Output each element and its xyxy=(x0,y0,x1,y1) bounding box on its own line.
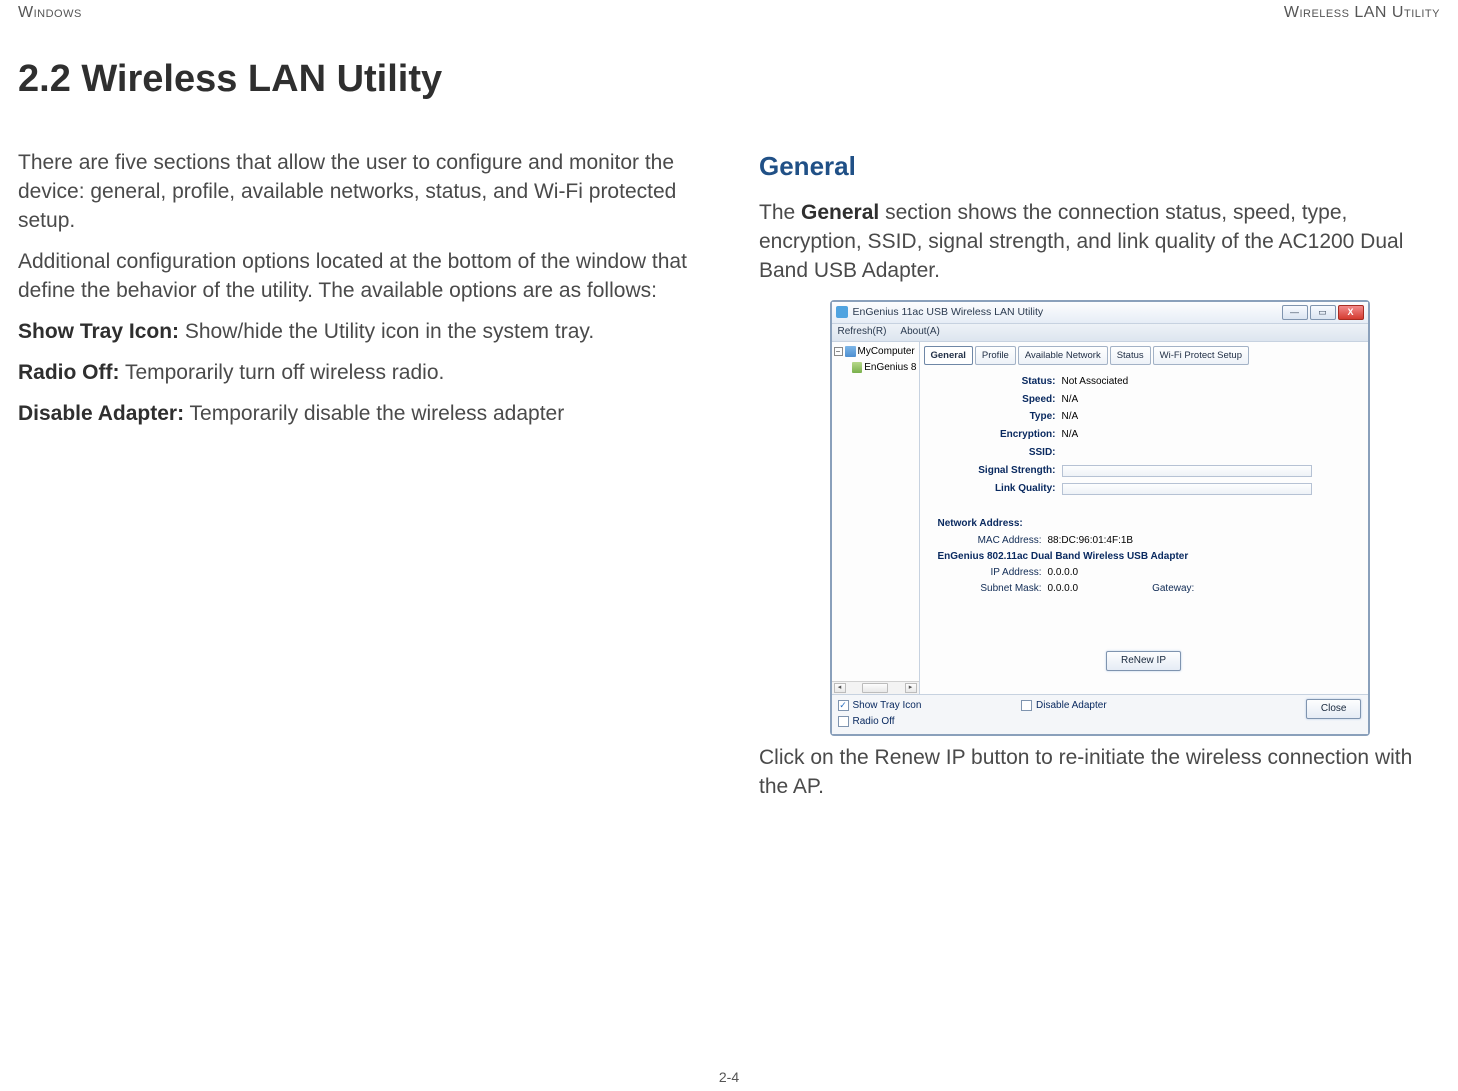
option-radio-off-text: Temporarily turn off wireless radio. xyxy=(119,361,444,384)
tab-general[interactable]: General xyxy=(924,346,973,365)
adapter-name: EnGenius 802.11ac Dual Band Wireless USB… xyxy=(938,550,1354,564)
tab-profile[interactable]: Profile xyxy=(975,346,1016,365)
gateway-label: Gateway: xyxy=(1152,582,1194,596)
tree-horizontal-scrollbar[interactable]: ◂ ▸ xyxy=(832,681,919,694)
network-address-block: Network Address: MAC Address: 88:DC:96:0… xyxy=(938,517,1354,597)
status-label-speed: Speed: xyxy=(964,393,1062,407)
status-value-encryption: N/A xyxy=(1062,428,1079,442)
status-label-type: Type: xyxy=(964,410,1062,424)
title-bar: EnGenius 11ac USB Wireless LAN Utility —… xyxy=(832,302,1368,324)
renew-ip-caption: Click on the Renew IP button to re-initi… xyxy=(759,744,1440,802)
tab-available-network[interactable]: Available Network xyxy=(1018,346,1108,365)
status-value-status: Not Associated xyxy=(1062,375,1129,389)
subnet-label: Subnet Mask: xyxy=(938,582,1048,596)
scroll-left-icon[interactable]: ◂ xyxy=(834,683,846,693)
status-value-type: N/A xyxy=(1062,410,1079,424)
disable-adapter-checkbox[interactable] xyxy=(1021,700,1032,711)
left-column: There are five sections that allow the u… xyxy=(18,149,699,814)
network-address-heading: Network Address: xyxy=(938,517,1354,531)
show-tray-checkbox[interactable]: ✓ xyxy=(838,700,849,711)
bottom-option-bar: ✓ Show Tray Icon Radio Off Disable Adapt… xyxy=(832,694,1368,735)
status-label-status: Status: xyxy=(964,375,1062,389)
header-right: Wireless LAN Utility xyxy=(1284,4,1440,22)
running-header: Windows Wireless LAN Utility xyxy=(18,0,1440,22)
tree-root-label[interactable]: MyComputer xyxy=(858,345,915,359)
menu-bar: Refresh(R) About(A) xyxy=(832,324,1368,342)
tab-status[interactable]: Status xyxy=(1110,346,1151,365)
tab-row: General Profile Available Network Status… xyxy=(924,346,1364,365)
mac-label: MAC Address: xyxy=(938,534,1048,548)
app-window: EnGenius 11ac USB Wireless LAN Utility —… xyxy=(830,300,1370,737)
status-grid: Status:Not Associated Speed:N/A Type:N/A… xyxy=(964,375,1354,500)
computer-icon xyxy=(845,346,856,357)
general-description: The General section shows the connection… xyxy=(759,199,1440,286)
scroll-right-icon[interactable]: ▸ xyxy=(905,683,917,693)
intro-paragraph: There are five sections that allow the u… xyxy=(18,149,699,236)
tab-wifi-protect-setup[interactable]: Wi-Fi Protect Setup xyxy=(1153,346,1249,365)
app-icon xyxy=(836,306,848,318)
ip-label: IP Address: xyxy=(938,566,1048,580)
status-label-link: Link Quality: xyxy=(964,482,1062,496)
option-show-tray-text: Show/hide the Utility icon in the system… xyxy=(179,320,594,343)
scroll-thumb[interactable] xyxy=(862,683,888,693)
right-column: General The General section shows the co… xyxy=(759,149,1440,814)
subnet-value: 0.0.0.0 xyxy=(1048,582,1093,596)
page-title: 2.2 Wireless LAN Utility xyxy=(18,58,1440,101)
renew-ip-button[interactable]: ReNew IP xyxy=(1106,651,1181,671)
minimize-button[interactable]: — xyxy=(1282,305,1308,320)
close-button[interactable]: Close xyxy=(1306,699,1362,719)
radio-off-label: Radio Off xyxy=(853,715,895,729)
device-tree: − MyComputer EnGenius 8 ◂ ▸ xyxy=(832,342,920,694)
link-quality-bar xyxy=(1062,483,1312,495)
option-disable-adapter-text: Temporarily disable the wireless adapter xyxy=(184,402,564,425)
page-number: 2-4 xyxy=(0,1069,1458,1085)
status-label-signal: Signal Strength: xyxy=(964,464,1062,478)
disable-adapter-label: Disable Adapter xyxy=(1036,699,1107,713)
tree-child-label[interactable]: EnGenius 8 xyxy=(864,361,916,375)
general-desc-pre: The xyxy=(759,201,801,224)
additional-paragraph: Additional configuration options located… xyxy=(18,248,699,306)
option-show-tray: Show Tray Icon: Show/hide the Utility ic… xyxy=(18,318,699,347)
menu-refresh[interactable]: Refresh(R) xyxy=(838,325,887,339)
content-pane: General Profile Available Network Status… xyxy=(920,342,1368,694)
status-label-ssid: SSID: xyxy=(964,446,1062,460)
radio-off-checkbox[interactable] xyxy=(838,716,849,727)
show-tray-label: Show Tray Icon xyxy=(853,699,922,713)
general-desc-bold: General xyxy=(801,201,879,224)
menu-about[interactable]: About(A) xyxy=(900,325,939,339)
maximize-button[interactable]: ▭ xyxy=(1310,305,1336,320)
status-value-speed: N/A xyxy=(1062,393,1079,407)
option-show-tray-label: Show Tray Icon: xyxy=(18,320,179,343)
adapter-icon xyxy=(852,362,863,373)
window-close-button[interactable]: X xyxy=(1338,305,1364,320)
general-heading: General xyxy=(759,149,1440,185)
option-disable-adapter: Disable Adapter: Temporarily disable the… xyxy=(18,400,699,429)
mac-value: 88:DC:96:01:4F:1B xyxy=(1048,534,1148,548)
option-disable-adapter-label: Disable Adapter: xyxy=(18,402,184,425)
option-radio-off-label: Radio Off: xyxy=(18,361,119,384)
status-label-encryption: Encryption: xyxy=(964,428,1062,442)
option-radio-off: Radio Off: Temporarily turn off wireless… xyxy=(18,359,699,388)
header-left: Windows xyxy=(18,4,82,22)
window-title: EnGenius 11ac USB Wireless LAN Utility xyxy=(853,305,1282,319)
signal-strength-bar xyxy=(1062,465,1312,477)
tree-collapse-icon[interactable]: − xyxy=(834,347,843,356)
ip-value: 0.0.0.0 xyxy=(1048,566,1093,580)
